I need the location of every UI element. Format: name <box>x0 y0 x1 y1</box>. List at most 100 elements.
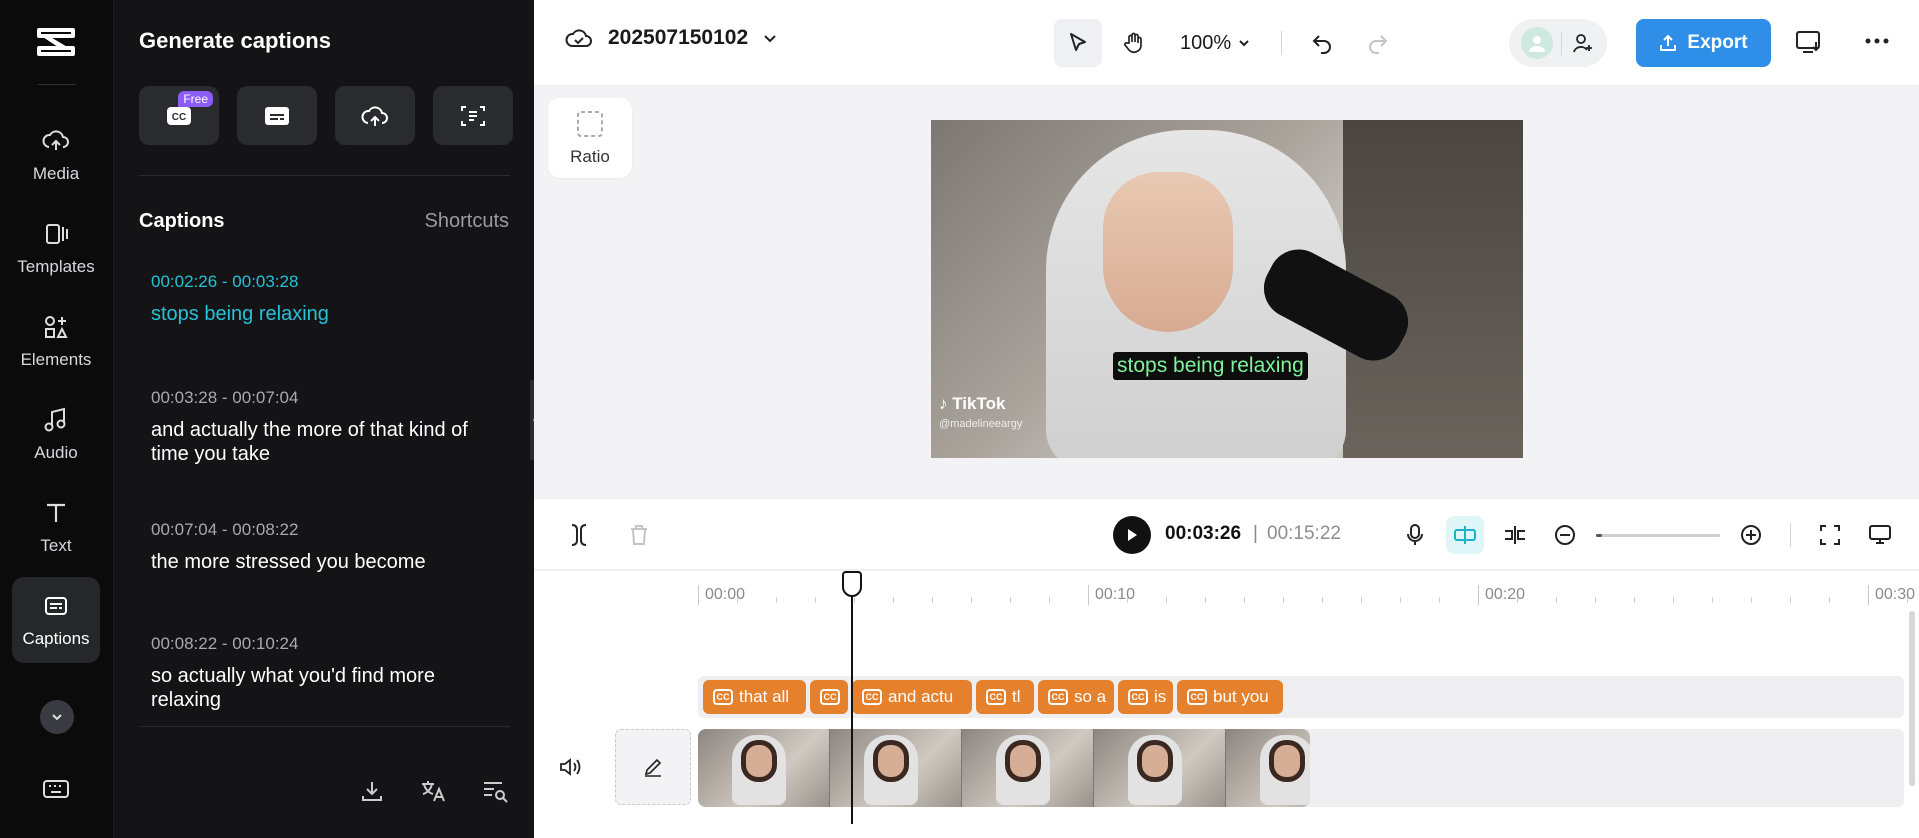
project-selector[interactable]: 202507150102 <box>564 26 778 50</box>
cc-icon: CC <box>1187 689 1207 705</box>
clip-thumbnail <box>830 729 962 807</box>
redo-button[interactable] <box>1354 19 1402 67</box>
rail-item-media[interactable]: Media <box>12 112 100 198</box>
caption-clip[interactable]: CC but you <box>1177 680 1283 714</box>
pencil-icon <box>644 758 662 777</box>
playhead-line[interactable] <box>851 572 853 824</box>
fit-timeline-button[interactable] <box>1811 516 1849 554</box>
play-button[interactable] <box>1113 516 1151 554</box>
rail-item-audio[interactable]: Audio <box>12 391 100 477</box>
ruler-minor-tick <box>971 597 972 603</box>
ruler-minor-tick <box>1556 597 1557 603</box>
generate-options: Free CC <box>139 86 513 145</box>
timeline-tools <box>1396 516 1899 554</box>
timeline-scrollbar[interactable] <box>1909 611 1915 786</box>
ratio-label: Ratio <box>570 147 610 166</box>
video-preview[interactable]: stops being relaxing ♪ TikTok @madelinee… <box>931 120 1523 458</box>
record-audio-button[interactable] <box>1396 516 1434 554</box>
play-icon <box>1128 529 1137 541</box>
rail-more-button[interactable] <box>40 700 74 734</box>
timeline[interactable]: 00:00 00:10 00:20 00:30 CC that all CC CC… <box>534 571 1919 838</box>
caption-text[interactable]: so actually what you'd find more relaxin… <box>151 664 498 712</box>
caption-clip[interactable]: CC and actu <box>852 680 972 714</box>
capcut-logo-icon[interactable] <box>35 24 77 60</box>
rail-item-elements[interactable]: Elements <box>12 298 100 384</box>
ratio-button[interactable]: Ratio <box>548 98 632 178</box>
redo-icon <box>1369 35 1388 54</box>
caption-item[interactable]: 00:08:22 - 00:10:24 so actually what you… <box>139 620 510 718</box>
avatar[interactable] <box>1521 27 1554 59</box>
split-icon[interactable] <box>568 522 590 548</box>
ruler-minor-tick <box>1166 597 1167 603</box>
present-button[interactable] <box>1794 28 1824 61</box>
panel-title: Generate captions <box>139 28 331 53</box>
display-icon <box>1869 525 1891 544</box>
caption-clip[interactable]: CC tl <box>976 680 1034 714</box>
zoom-in-button[interactable] <box>1732 516 1770 554</box>
select-tool-button[interactable] <box>1054 19 1102 67</box>
caption-item[interactable]: 00:03:28 - 00:07:04 and actually the mor… <box>139 374 510 506</box>
clip-thumbnail <box>1226 729 1310 807</box>
search-list-icon[interactable] <box>481 778 509 804</box>
lyrics-recognize-button[interactable] <box>433 86 513 145</box>
caption-text[interactable]: the more stressed you become <box>151 550 498 574</box>
caption-clip[interactable]: CC that all <box>703 680 806 714</box>
time-ruler[interactable]: 00:00 00:10 00:20 00:30 <box>698 571 1919 607</box>
video-clip[interactable] <box>698 729 1310 807</box>
zoom-dropdown[interactable]: 100% <box>1180 32 1251 55</box>
rail-item-text[interactable]: Text <box>12 484 100 570</box>
export-button[interactable]: Export <box>1636 19 1771 67</box>
rail-item-captions[interactable]: Captions <box>12 577 100 663</box>
canvas-area: Ratio stops being relaxing ♪ TikTok @mad… <box>534 86 1919 498</box>
ruler-minor-tick <box>1907 597 1908 603</box>
hand-tool-button[interactable] <box>1110 19 1158 67</box>
keyboard-shortcuts-button[interactable] <box>42 778 70 805</box>
mute-track-button[interactable] <box>558 756 582 783</box>
translate-icon[interactable] <box>419 778 447 804</box>
video-track[interactable] <box>698 729 1904 807</box>
music-note-icon <box>44 407 66 432</box>
scan-text-icon <box>461 105 485 126</box>
timeline-zoom-slider[interactable] <box>1596 533 1720 537</box>
caption-time: 00:03:28 - 00:07:04 <box>151 388 299 407</box>
chevron-down-icon <box>52 714 62 721</box>
cc-icon: CC <box>862 689 882 705</box>
add-user-icon[interactable] <box>1571 31 1595 55</box>
speaker-icon <box>560 758 581 776</box>
manual-captions-button[interactable] <box>237 86 317 145</box>
caption-time: 00:07:04 - 00:08:22 <box>151 520 299 539</box>
magnet-snap-button[interactable] <box>1446 516 1484 554</box>
caption-text[interactable]: stops being relaxing <box>151 302 498 326</box>
zoom-out-button[interactable] <box>1546 516 1584 554</box>
chevron-down-icon <box>1239 40 1249 47</box>
ruler-minor-tick <box>1712 597 1713 603</box>
rail-item-templates[interactable]: Templates <box>12 205 100 291</box>
rail-label: Captions <box>22 629 90 648</box>
rail-label: Text <box>40 536 72 555</box>
more-menu-button[interactable] <box>1864 32 1890 50</box>
link-split-button[interactable] <box>1496 516 1534 554</box>
cover-edit-button[interactable] <box>615 729 691 805</box>
caption-item[interactable]: 00:02:26 - 00:03:28 stops being relaxing <box>139 258 510 374</box>
microphone-icon <box>1407 524 1423 545</box>
cc-icon: CC <box>986 689 1006 705</box>
auto-captions-button[interactable]: Free CC <box>139 86 219 145</box>
trash-icon[interactable] <box>628 522 650 548</box>
caption-clip[interactable]: CC is <box>1118 680 1173 714</box>
preview-toggle-button[interactable] <box>1861 516 1899 554</box>
project-name[interactable]: 202507150102 <box>608 26 748 50</box>
clip-label: is <box>1154 687 1167 706</box>
caption-text[interactable]: and actually the more of that kind of ti… <box>151 418 498 466</box>
caption-track[interactable]: CC that all CC CC and actu CC tl CC so a CC i… <box>698 676 1904 718</box>
caption-clip[interactable]: CC so a <box>1038 680 1114 714</box>
caption-item[interactable]: 00:07:04 - 00:08:22 the more stressed yo… <box>139 506 510 620</box>
shortcuts-link[interactable]: Shortcuts <box>425 210 509 233</box>
caption-clip[interactable]: CC <box>810 680 848 714</box>
panel-divider <box>139 175 510 176</box>
playhead-handle[interactable] <box>842 571 862 597</box>
top-bar: 202507150102 100% Export <box>534 0 1919 86</box>
download-icon[interactable] <box>359 778 385 804</box>
subtitle-overlay[interactable]: stops being relaxing <box>1113 352 1308 380</box>
undo-button[interactable] <box>1298 19 1346 67</box>
upload-captions-button[interactable] <box>335 86 415 145</box>
